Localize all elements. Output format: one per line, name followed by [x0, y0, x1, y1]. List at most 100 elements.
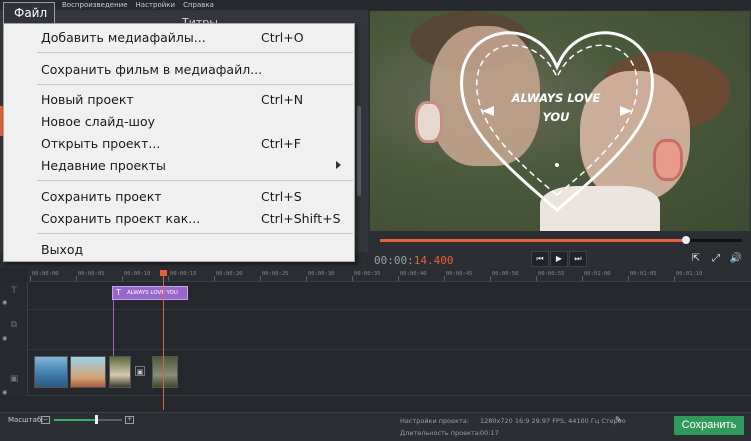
video-preview: ALWAYS LOVE YOU: [370, 11, 750, 231]
menu-item-label: Сохранить проект: [41, 189, 162, 204]
ruler-tick-label: 00:00:35: [354, 271, 381, 277]
menu-separator: [37, 180, 353, 181]
playback-progress-fill: [380, 239, 687, 242]
video-clip[interactable]: [70, 356, 106, 388]
menu-item-shortcut: Ctrl+N: [261, 92, 304, 107]
project-duration-label: Длительность проекта:: [400, 429, 481, 437]
zoom-label: Масштаб:: [8, 416, 44, 424]
ruler-tick: [76, 276, 77, 281]
ruler-tick: [260, 276, 261, 281]
menu-item-exit[interactable]: Выход: [4, 240, 354, 258]
ruler-tick-label: 00:00:15: [170, 271, 197, 277]
title-clip[interactable]: T ALWAYS LOVE YOU: [112, 286, 188, 300]
playhead-handle[interactable]: [160, 270, 167, 276]
menu-item-save-project[interactable]: Сохранить проект Ctrl+S: [4, 187, 354, 205]
detach-preview-icon[interactable]: ⇱: [688, 251, 704, 267]
file-dropdown-menu: Добавить медиафайлы... Ctrl+O Сохранить …: [3, 23, 355, 262]
eye-icon[interactable]: ◉: [2, 300, 10, 306]
ruler-tick-label: 00:00:25: [262, 271, 289, 277]
playback-progress-handle[interactable]: [682, 236, 691, 244]
menu-item-shortcut: Ctrl+Shift+S: [261, 211, 341, 226]
text-track-icon: T: [11, 286, 17, 296]
ruler-tick: [214, 276, 215, 281]
app-window: Файл Воспроизведение Настройки Справка Т…: [0, 0, 751, 441]
video-clip[interactable]: [152, 356, 178, 388]
ruler-tick-label: 00:00:10: [124, 271, 151, 277]
title-icon: T: [116, 288, 121, 297]
volume-icon[interactable]: 🔊: [728, 251, 744, 267]
menu-item-label: Новый проект: [41, 92, 134, 107]
ruler-tick: [122, 276, 123, 281]
zoom-slider-handle[interactable]: [95, 415, 99, 424]
eye-icon[interactable]: ◉: [2, 390, 10, 396]
headphones-graphic: [415, 101, 443, 143]
menu-item-export-movie[interactable]: Сохранить фильм в медиафайл...: [4, 60, 354, 78]
ruler-tick-label: 00:00:20: [216, 271, 243, 277]
ruler-tick: [444, 276, 445, 281]
preview-caption: ALWAYS LOVE YOU: [511, 91, 601, 124]
zoom-in-button[interactable]: +: [125, 416, 134, 424]
menu-item-label: Открыть проект...: [41, 136, 161, 151]
menu-item-add-media[interactable]: Добавить медиафайлы... Ctrl+O: [4, 28, 354, 46]
ruler-tick-label: 00:00:30: [308, 271, 335, 277]
title-clip-label: ALWAYS LOVE YOU: [127, 290, 178, 296]
ruler-tick: [490, 276, 491, 281]
ruler-tick: [398, 276, 399, 281]
overlay-track: [28, 310, 751, 350]
ruler-tick: [582, 276, 583, 281]
video-clip[interactable]: [34, 356, 68, 388]
edit-settings-icon[interactable]: ✎: [615, 415, 622, 424]
zoom-slider-fill: [54, 419, 97, 421]
transition-icon[interactable]: ▣: [135, 366, 145, 376]
menu-bar: Файл Воспроизведение Настройки Справка: [0, 0, 751, 24]
status-bar: [0, 412, 751, 441]
ruler-tick: [536, 276, 537, 281]
ruler-tick-label: 00:01:10: [676, 271, 703, 277]
ruler-tick: [306, 276, 307, 281]
menu-item-label: Добавить медиафайлы...: [41, 30, 206, 45]
next-frame-button[interactable]: ⏭: [569, 251, 587, 267]
save-button[interactable]: Сохранить: [674, 416, 744, 435]
menu-item-label: Сохранить фильм в медиафайл...: [41, 62, 263, 77]
ruler-tick-label: 00:00:50: [492, 271, 519, 277]
play-button[interactable]: ▶: [550, 251, 568, 267]
ruler-tick-label: 00:01:05: [630, 271, 657, 277]
ruler-tick: [628, 276, 629, 281]
menu-item-new-project[interactable]: Новый проект Ctrl+N: [4, 90, 354, 108]
video-track-header: ▣ ◉: [0, 350, 28, 396]
ruler-tick: [674, 276, 675, 281]
menu-item-shortcut: Ctrl+O: [261, 30, 304, 45]
menu-item-save-project-as[interactable]: Сохранить проект как... Ctrl+Shift+S: [4, 209, 354, 227]
menu-item-recent-projects[interactable]: Недавние проекты: [4, 156, 354, 174]
video-clip[interactable]: [109, 356, 131, 388]
zoom-out-button[interactable]: −: [41, 416, 50, 424]
menu-item-new-slideshow[interactable]: Новое слайд-шоу: [4, 112, 354, 130]
timecode: 00:00:14.400: [374, 254, 454, 267]
menu-separator: [37, 52, 353, 53]
ruler-tick-label: 00:00:45: [446, 271, 473, 277]
project-duration-value: 00:17: [480, 429, 499, 437]
menu-file[interactable]: Файл: [3, 2, 55, 24]
prev-frame-button[interactable]: ⏮: [531, 251, 549, 267]
menu-item-label: Сохранить проект как...: [41, 211, 201, 226]
title-track-header: T ◉: [0, 282, 28, 310]
project-settings-label: Настройки проекта:: [400, 417, 470, 425]
menu-separator: [37, 84, 353, 85]
overlay-track-icon: ⧉: [10, 320, 18, 330]
menu-item-shortcut: Ctrl+S: [261, 189, 302, 204]
fullscreen-icon[interactable]: ⤢: [708, 251, 724, 267]
eye-icon[interactable]: ◉: [2, 336, 10, 342]
menu-help[interactable]: Справка: [183, 0, 214, 10]
panel-scrollbar[interactable]: [357, 106, 361, 196]
menu-item-label: Новое слайд-шоу: [41, 114, 156, 129]
playhead[interactable]: [163, 270, 164, 410]
video-track-icon: ▣: [9, 374, 19, 384]
menu-settings[interactable]: Настройки: [136, 0, 176, 10]
overlay-track-header: ⧉ ◉: [0, 310, 28, 350]
ruler-tick-label: 00:00:40: [400, 271, 427, 277]
menu-item-shortcut: Ctrl+F: [261, 136, 301, 151]
menu-playback[interactable]: Воспроизведение: [62, 0, 128, 10]
menu-item-label: Выход: [41, 242, 84, 257]
ruler-tick-label: 00:00:05: [78, 271, 105, 277]
menu-item-open-project[interactable]: Открыть проект... Ctrl+F: [4, 134, 354, 152]
